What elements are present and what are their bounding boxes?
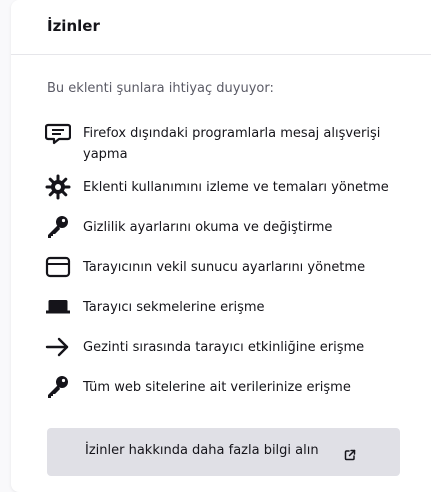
permission-label: Gezinti sırasında tarayıcı etkinliğine e… <box>83 340 365 355</box>
permissions-intro: Bu eklenti şunlara ihtiyaç duyuyor: <box>47 81 274 96</box>
permission-label: Firefox dışındaki programlarla mesaj alı… <box>83 126 381 162</box>
key-icon <box>45 374 71 400</box>
permission-label: Eklenti kullanımını izleme ve temaları y… <box>83 180 389 195</box>
permission-label: Tüm web sitelerine ait verilerinize eriş… <box>83 380 351 395</box>
card-header: İzinler <box>11 0 431 55</box>
arrow-right-icon <box>45 334 71 360</box>
permission-label: Tarayıcı sekmelerine erişme <box>83 300 265 315</box>
external-link-icon <box>344 446 356 461</box>
gear-icon <box>45 174 71 200</box>
permission-label: Tarayıcının vekil sunucu ayarlarını yöne… <box>83 260 366 275</box>
key-icon <box>45 214 71 240</box>
page-title: İzinler <box>47 17 100 35</box>
message-icon <box>45 120 71 146</box>
permission-label: Gizlilik ayarlarını okuma ve değiştirme <box>83 220 333 235</box>
permissions-card: İzinler Bu eklenti şunlara ihtiyaç duyuy… <box>11 0 431 492</box>
learn-more-permissions-button[interactable]: İzinler hakkında daha fazla bilgi alın <box>47 428 400 476</box>
tab-icon <box>45 294 71 320</box>
learn-more-label: İzinler hakkında daha fazla bilgi alın <box>85 443 319 458</box>
window-icon <box>45 254 71 280</box>
